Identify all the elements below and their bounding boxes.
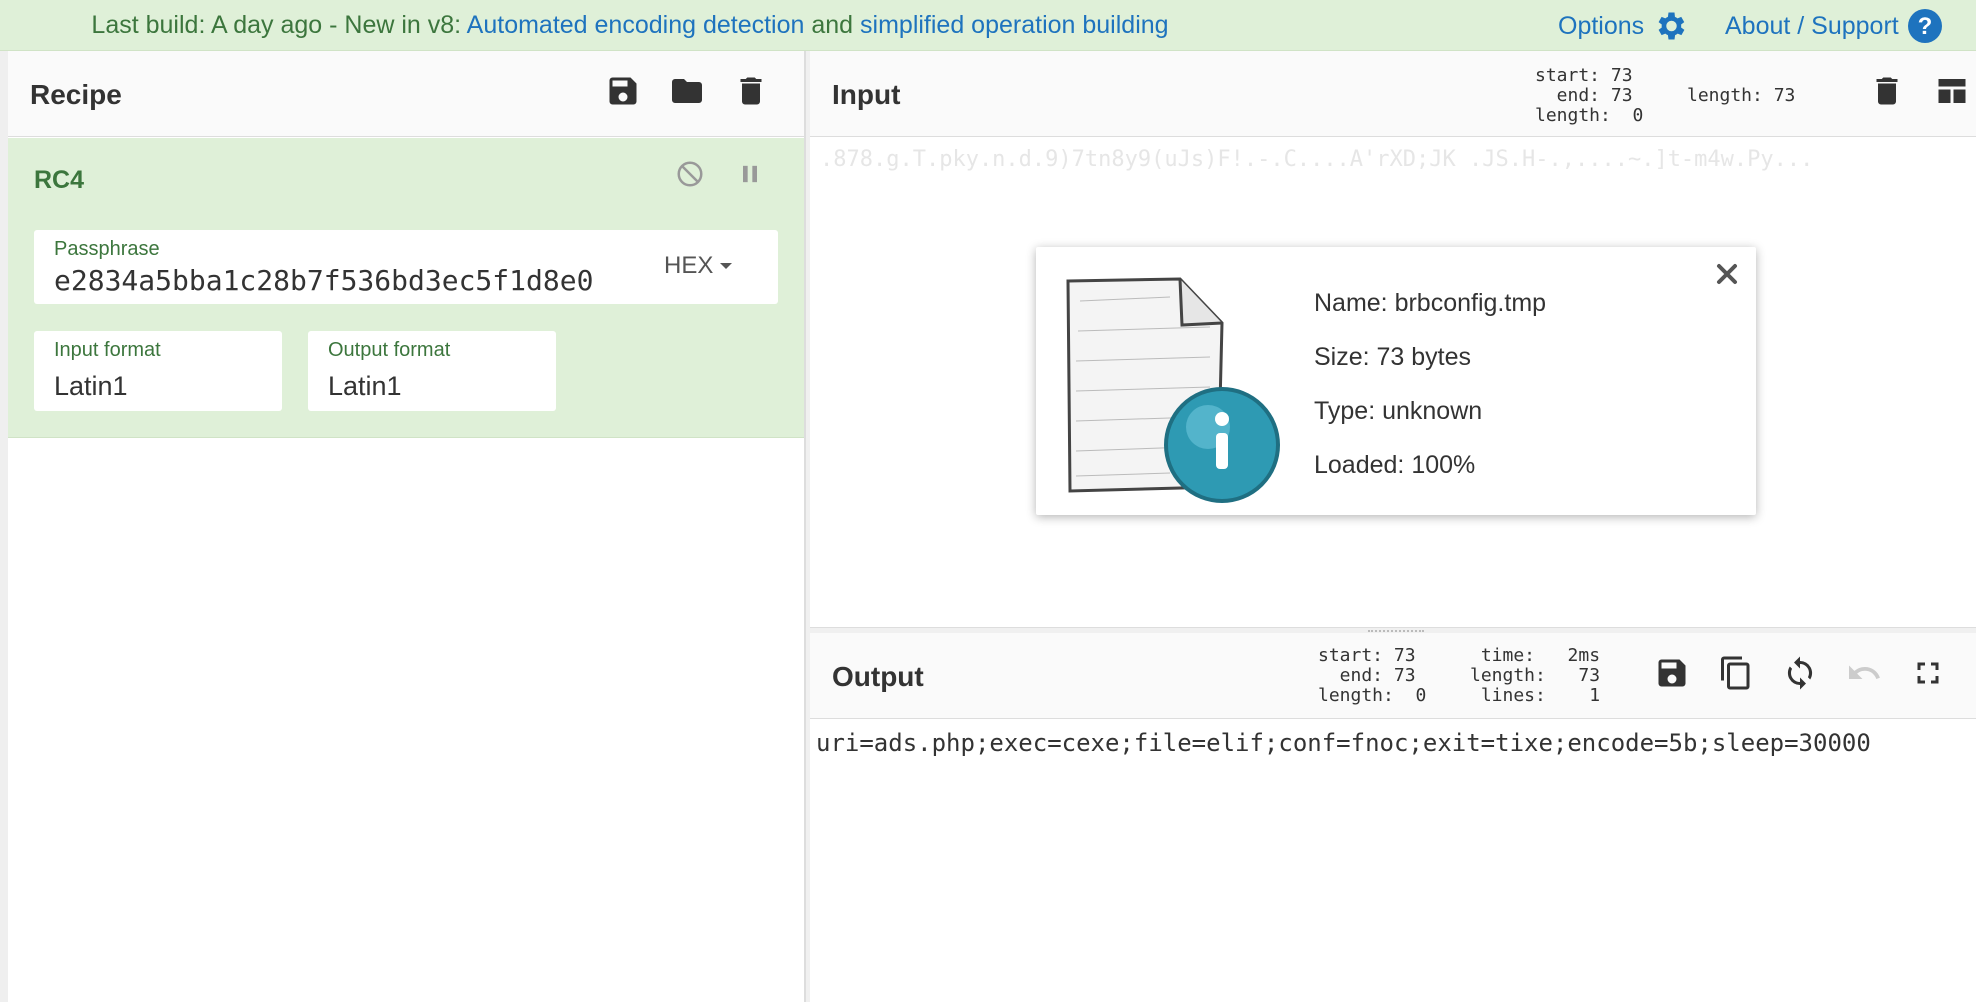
folder-icon [672, 79, 702, 103]
input-format-value: Latin1 [54, 371, 128, 401]
output-selection-stats: start: 73 end: 73 length: 0 [1318, 645, 1427, 706]
fullscreen-icon [1917, 662, 1939, 684]
input-format-field[interactable]: Input format Latin1 [34, 331, 282, 411]
file-name: Name: brbconfig.tmp [1314, 289, 1547, 317]
passphrase-label: Passphrase [54, 238, 160, 260]
output-format-field[interactable]: Output format Latin1 [308, 331, 556, 411]
operation-name: RC4 [34, 166, 85, 194]
left-edge [0, 51, 8, 1002]
output-header: Output start: 73 end: 73 length: 0 time:… [810, 633, 1976, 719]
file-type: Type: unknown [1314, 397, 1483, 425]
caret-down-icon [720, 263, 733, 269]
recipe-header: Recipe [8, 51, 804, 137]
options-button[interactable]: Options [1558, 8, 1688, 44]
reset-layout-button[interactable] [1932, 71, 1972, 111]
disable-icon [677, 161, 703, 187]
output-text: uri=ads.php;exec=cexe;file=elif;conf=fno… [816, 729, 1871, 757]
banner-link-operation-building[interactable]: simplified operation building [860, 11, 1169, 39]
load-recipe-button[interactable] [667, 71, 707, 111]
banner-and: and [804, 11, 861, 39]
output-format-value: Latin1 [328, 371, 402, 401]
clear-recipe-button[interactable] [731, 71, 771, 111]
recipe-pane: Recipe RC4 Passphrase e2834a5bba1c28b7f5… [8, 51, 805, 1002]
input-length-stat: length: 73 [1687, 85, 1796, 106]
replace-input-button[interactable] [1780, 653, 1820, 693]
top-banner: Last build: A day ago - New in v8: Autom… [0, 0, 1976, 51]
passphrase-input[interactable]: e2834a5bba1c28b7f536bd3ec5f1d8e0 [54, 264, 593, 297]
save-icon [609, 77, 637, 105]
save-icon [1658, 659, 1686, 687]
input-area[interactable]: .878.g.T.pky.n.d.9)7tn8y9(uJs)F!.-.C....… [810, 137, 1976, 627]
banner-prefix: Last build: A day ago - [91, 11, 345, 39]
banner-middle: New in v8: [344, 11, 467, 39]
save-output-button[interactable] [1652, 653, 1692, 693]
output-title: Output [832, 661, 924, 692]
file-info-icon [1066, 277, 1280, 503]
output-area[interactable]: uri=ads.php;exec=cexe;file=elif;conf=fno… [810, 719, 1976, 1002]
output-format-label: Output format [328, 339, 451, 361]
save-recipe-button[interactable] [603, 71, 643, 111]
rc4-operation: RC4 Passphrase e2834a5bba1c28b7f536bd3ec… [8, 138, 804, 438]
clear-input-button[interactable] [1867, 71, 1907, 111]
input-selection-stats: start: 73 end: 73 length: 0 [1535, 65, 1644, 126]
passphrase-field[interactable]: Passphrase e2834a5bba1c28b7f536bd3ec5f1d… [34, 230, 778, 304]
gear-icon [1658, 12, 1685, 40]
file-size: Size: 73 bytes [1314, 343, 1472, 371]
passphrase-format-dropdown[interactable]: HEX [664, 252, 733, 280]
input-text-preview: .878.g.T.pky.n.d.9)7tn8y9(uJs)F!.-.C....… [820, 147, 1814, 172]
recipe-title: Recipe [30, 79, 122, 110]
undo-button[interactable] [1844, 653, 1884, 693]
banner-notice: Last build: A day ago - New in v8: Autom… [0, 11, 1260, 40]
close-icon [1717, 264, 1737, 284]
layout-icon [1938, 79, 1966, 103]
about-support-button[interactable]: About / Support ? [1725, 8, 1943, 44]
help-icon: ? [1907, 9, 1942, 43]
input-title: Input [832, 79, 901, 110]
pause-icon [743, 165, 757, 183]
banner-link-encoding[interactable]: Automated encoding detection [467, 11, 805, 39]
copy-icon [1721, 656, 1750, 690]
options-label: Options [1558, 11, 1645, 40]
trash-icon [1876, 77, 1898, 105]
file-loaded: Loaded: 100% [1314, 451, 1476, 479]
input-format-label: Input format [54, 339, 161, 361]
close-file-button[interactable] [1712, 259, 1742, 289]
trash-icon [740, 77, 762, 105]
input-header: Input start: 73 end: 73 length: 0 length… [810, 51, 1976, 137]
file-details-card: Name: brbconfig.tmp Size: 73 bytes Type:… [1036, 247, 1756, 515]
swap-icon [1787, 656, 1813, 690]
passphrase-format-value: HEX [664, 252, 714, 279]
maximise-output-button[interactable] [1908, 653, 1948, 693]
svg-text:?: ? [1917, 13, 1932, 40]
breakpoint-button[interactable] [730, 154, 770, 194]
disable-operation-button[interactable] [670, 154, 710, 194]
copy-output-button[interactable] [1716, 653, 1756, 693]
output-timing-stats: time: 2ms length: 73 lines: 1 [1470, 645, 1601, 706]
undo-icon [1849, 665, 1880, 679]
about-support-label: About / Support [1725, 11, 1899, 40]
